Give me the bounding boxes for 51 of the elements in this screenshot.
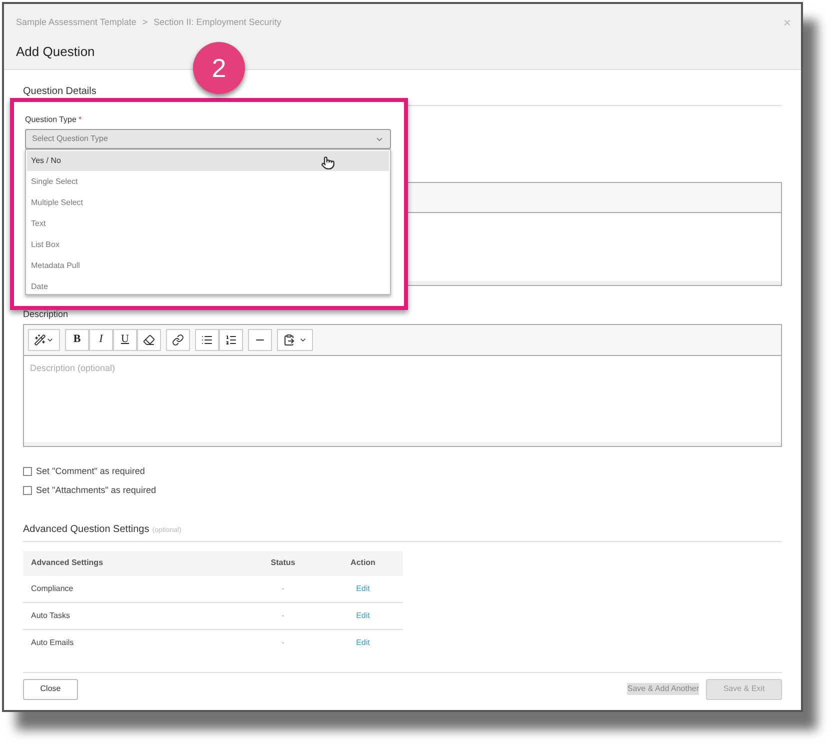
hand-cursor-icon — [321, 156, 335, 170]
dropdown-option[interactable]: List Box — [27, 235, 389, 255]
table-cell-text: Auto Tasks — [30, 610, 71, 622]
magic-wand-icon — [34, 334, 46, 346]
breadcrumb-separator: > — [142, 16, 148, 29]
dropdown-option[interactable]: Yes / No — [27, 151, 389, 171]
required-mark: * — [78, 114, 82, 126]
toolbar-button[interactable]: I — [89, 328, 113, 350]
dropdown-option[interactable]: Multiple Select — [27, 193, 389, 213]
toolbar-button[interactable] — [166, 328, 190, 350]
breadcrumb-link[interactable]: Section II: Employment Security — [154, 16, 282, 30]
dropdown-option[interactable]: Date — [27, 277, 389, 294]
section-heading: Advanced Question Settings — [23, 522, 150, 536]
table-cell-text: - — [280, 637, 286, 649]
toolbar-button[interactable] — [219, 328, 243, 350]
column-header: Status — [270, 557, 296, 569]
edit-link[interactable]: Edit — [356, 638, 370, 647]
paste-icon — [283, 334, 295, 346]
description-editor[interactable]: B I U Description (optional) — [23, 324, 782, 446]
toolbar-button[interactable] — [277, 328, 313, 350]
description-label: Description — [23, 308, 70, 321]
checkbox[interactable] — [23, 486, 32, 496]
checkbox-label: Set "Attachments" as required — [36, 484, 156, 497]
close-button[interactable]: Close — [23, 678, 78, 700]
numbered-list-icon — [225, 334, 237, 346]
toolbar-button[interactable]: U — [113, 328, 137, 350]
toolbar-button[interactable] — [28, 328, 60, 350]
table-cell-text: Auto Emails — [30, 637, 75, 649]
question-type-select[interactable]: Select Question Type — [25, 129, 391, 149]
toolbar-button[interactable] — [195, 328, 219, 350]
description-field[interactable]: Description (optional) — [24, 356, 781, 442]
dropdown-option[interactable]: Metadata Pull — [27, 256, 389, 276]
table-cell-text: Compliance — [30, 582, 74, 594]
column-header: Advanced Settings — [30, 557, 104, 569]
checkbox-label: Set "Comment" as required — [36, 464, 145, 478]
dropdown-option[interactable]: Single Select — [27, 172, 389, 192]
checkbox[interactable] — [23, 466, 32, 476]
table-cell-text: - — [280, 582, 286, 594]
edit-link[interactable]: Edit — [356, 584, 370, 592]
toolbar-button[interactable] — [137, 328, 161, 350]
dropdown-option[interactable]: Text — [27, 214, 389, 234]
eraser-icon — [143, 334, 155, 346]
link-icon — [172, 334, 184, 346]
column-header: Action — [350, 557, 376, 569]
step-badge: 2 — [193, 42, 245, 94]
field-label: Question Type — [25, 114, 76, 126]
edit-link[interactable]: Edit — [356, 610, 370, 620]
table-cell-text: - — [280, 610, 286, 622]
toolbar-button[interactable]: B — [65, 328, 89, 350]
modal-title: Add Question — [16, 42, 96, 60]
breadcrumb-link[interactable]: Sample Assessment Template — [16, 16, 136, 30]
